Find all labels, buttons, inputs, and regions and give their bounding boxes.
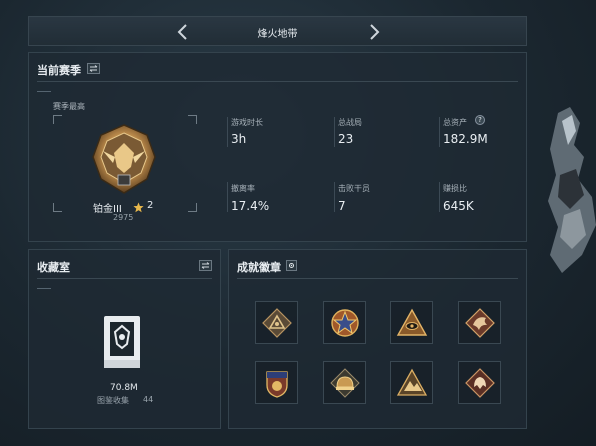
stat-sep [334,182,335,212]
stat-label-playtime: 游戏时长 [231,118,263,127]
stat-value-profit-ratio: 645K [443,199,474,213]
stat-sep [227,182,228,212]
collection-count: 44 [143,395,154,404]
badges-title: 成就徽章 [237,261,281,274]
season-divider [37,81,518,82]
collection-divider-accent [37,288,51,289]
rank-score: 2975 [113,213,134,222]
stat-value-extract-rate: 17.4% [231,199,270,213]
season-divider-accent [37,91,51,92]
stat-sep [439,117,440,147]
beast-badge[interactable] [458,361,501,404]
star-shield-badge[interactable] [323,301,366,344]
stat-value-matches: 23 [338,132,354,146]
display-case-icon [101,314,143,370]
collection-panel[interactable]: 收藏室 70.8M 图鉴收集 44 [28,249,221,429]
stat-label-profit-ratio: 赚损比 [443,184,467,193]
season-title: 当前赛季 [37,64,81,77]
operator-figure [540,105,596,275]
stat-value-kills: 7 [338,199,346,213]
mountain-badge[interactable] [390,361,433,404]
stat-label-matches: 总战局 [338,118,362,127]
mode-switcher: 烽火地带 [28,16,527,46]
pyramid-badge[interactable] [255,301,298,344]
frame-corner-br [188,203,197,212]
rank-emblem [89,123,159,197]
badges-divider [237,278,518,279]
collection-title: 收藏室 [37,261,70,274]
season-panel: 当前赛季 赛季最高 铂金III 2 2975 游戏时长 3h 总战局 23 总资… [28,52,527,242]
peak-label: 赛季最高 [53,102,85,111]
frame-corner-tl [53,115,62,124]
swap-icon[interactable] [199,260,212,271]
stat-label-assets: 总资产 [443,118,467,127]
dragon-badge[interactable] [458,301,501,344]
frame-corner-bl [53,203,62,212]
star-icon [133,198,144,213]
badges-panel: 成就徽章 [228,249,527,429]
stat-sep [439,182,440,212]
mode-title: 烽火地带 [257,29,298,40]
stat-label-kills: 击败干员 [338,184,370,193]
collection-divider [37,278,212,279]
stat-value-playtime: 3h [231,132,247,146]
stat-sep [227,117,228,147]
crest-badge[interactable] [255,361,298,404]
gear-icon[interactable] [286,260,297,271]
stat-label-extract-rate: 撤离率 [231,184,255,193]
collection-value: 70.8M [110,383,138,393]
rank-stars: 2 [147,200,154,211]
stat-sep [334,117,335,147]
frame-corner-tr [188,115,197,124]
collection-count-label: 图鉴收集 [97,396,129,405]
swap-icon[interactable] [87,63,100,74]
stat-value-assets: 182.9M [443,132,488,146]
eye-triangle-badge[interactable] [390,301,433,344]
chevron-right-icon[interactable] [365,22,383,42]
helmet-badge[interactable] [323,361,366,404]
question-icon[interactable]: ? [475,115,485,125]
